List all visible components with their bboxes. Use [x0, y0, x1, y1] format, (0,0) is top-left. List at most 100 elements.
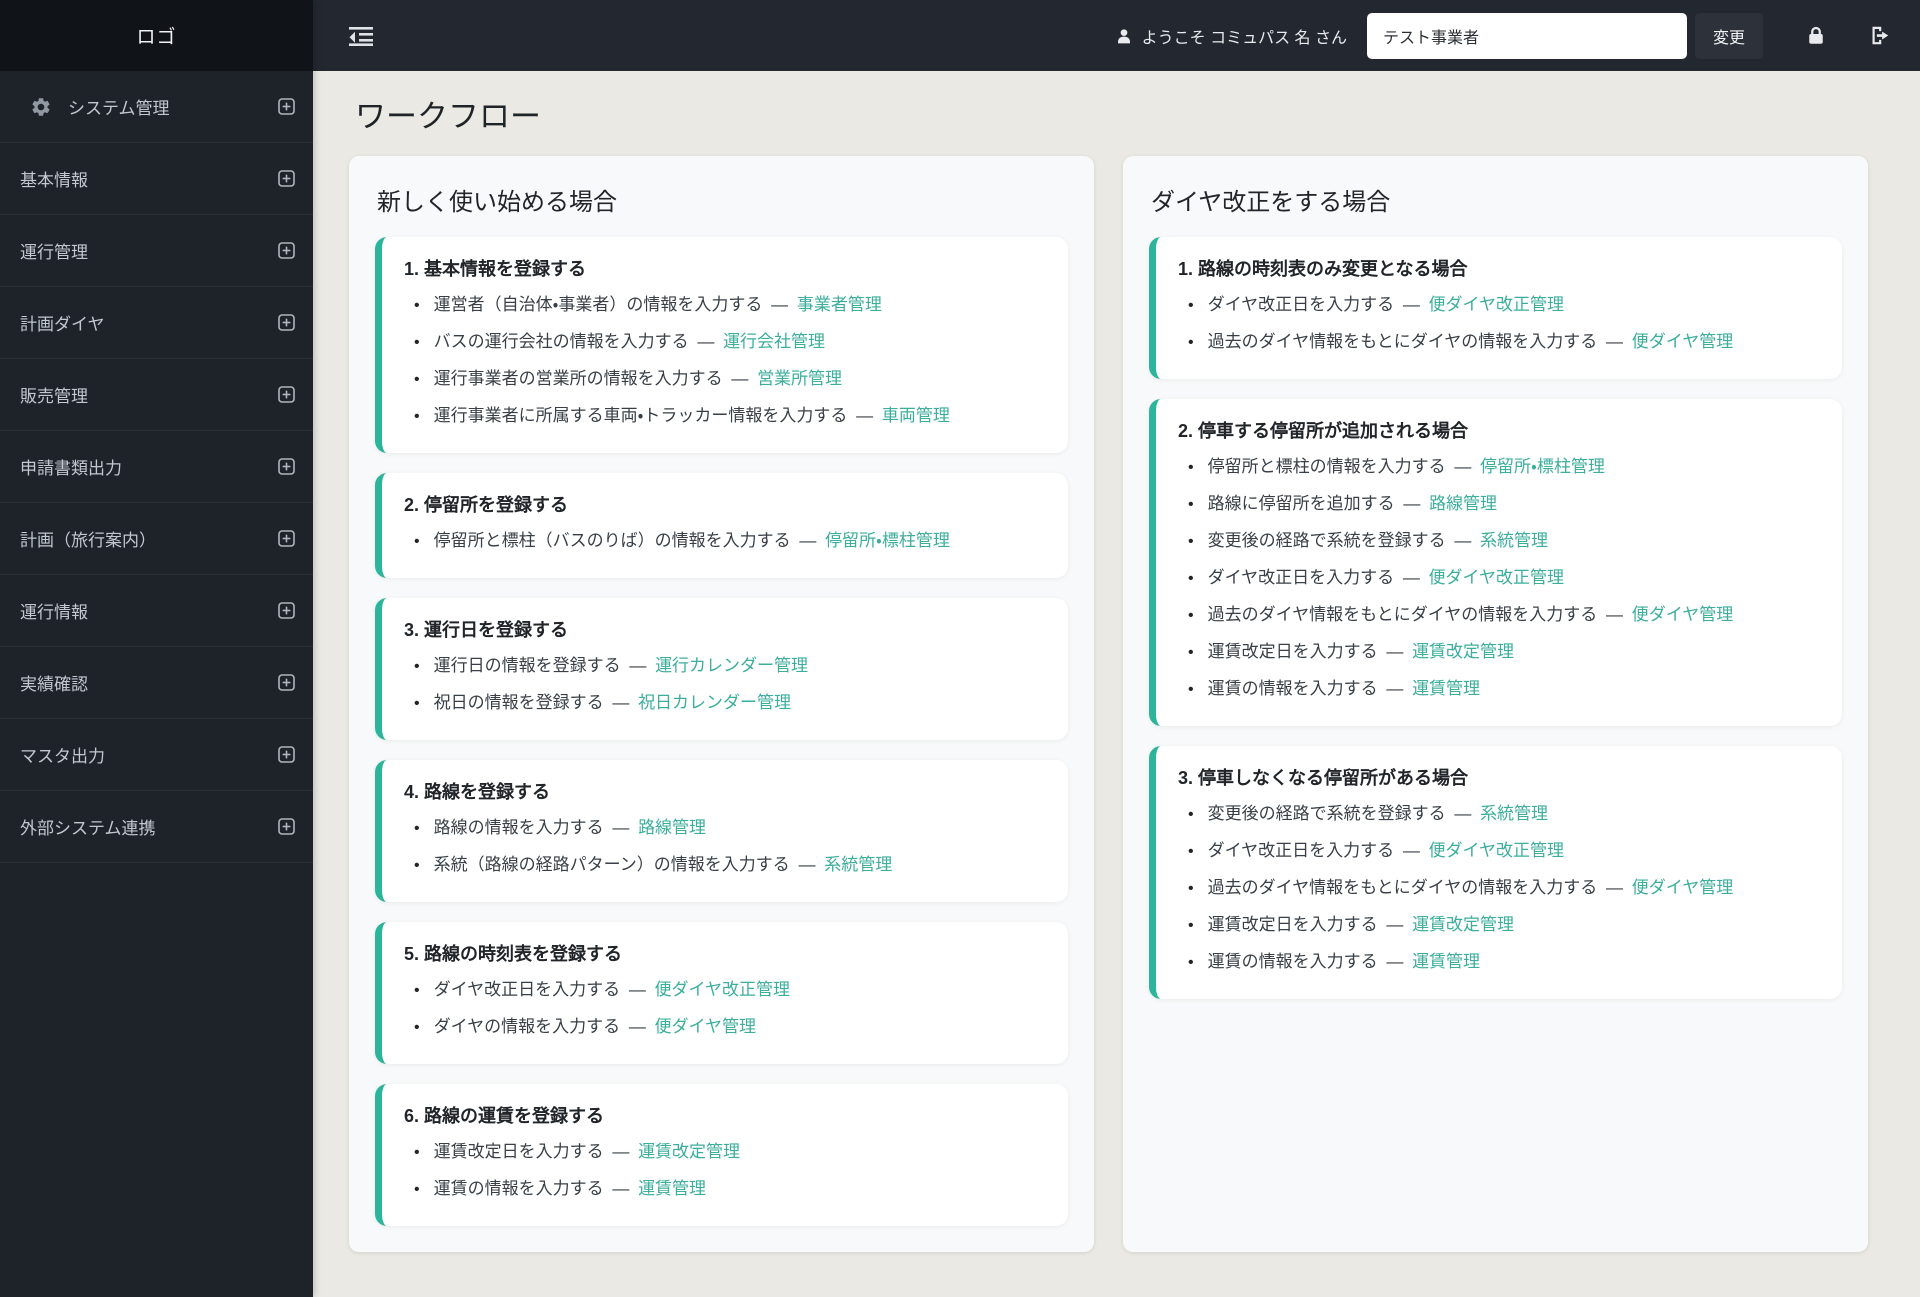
sidebar-item-6[interactable]: 計画（旅行案内） [0, 503, 313, 575]
section-list: • ダイヤ改正日を入力する — 便ダイヤ改正管理 • 過去のダイヤ情報をもとにダイヤの… [1178, 287, 1818, 361]
list-item: • 運賃の情報を入力する — 運賃管理 [1188, 944, 1818, 981]
sidebar-item-0[interactable]: システム管理 [0, 71, 313, 143]
item-text: 運賃の情報を入力する [1207, 679, 1378, 698]
sidebar-item-9[interactable]: マスタ出力 [0, 719, 313, 791]
sidebar-item-10[interactable]: 外部システム連携 [0, 791, 313, 863]
list-item: • 変更後の経路で系統を登録する — 系統管理 [1188, 796, 1818, 833]
change-operator-button[interactable]: 変更 [1694, 12, 1763, 59]
list-item: • 路線に停留所を追加する — 路線管理 [1188, 486, 1818, 523]
item-link[interactable]: 便ダイヤ改正管理 [1429, 841, 1565, 860]
sidebar-item-label: システム管理 [68, 99, 170, 118]
bullet-dot: • [414, 1019, 420, 1036]
item-text: 運営者（自治体・事業者）の情報を入力する [433, 295, 763, 314]
item-link[interactable]: 運賃改定管理 [638, 1142, 740, 1161]
plus-square-icon [278, 242, 295, 259]
sidebar-item-8[interactable]: 実績確認 [0, 647, 313, 719]
item-link[interactable]: 事業者管理 [797, 295, 882, 314]
list-item: • ダイヤ改正日を入力する — 便ダイヤ改正管理 [1188, 287, 1818, 324]
dash-separator: — [793, 855, 821, 874]
list-item: • 運営者（自治体・事業者）の情報を入力する — 事業者管理 [414, 287, 1044, 324]
sidebar-menu: システム管理 基本情報 運行管理 計画ダイヤ 販売管理 申請書類出力 計画（旅行… [0, 71, 313, 863]
list-item: • 変更後の経路で系統を登録する — 系統管理 [1188, 523, 1818, 560]
sidebar-item-2[interactable]: 運行管理 [0, 215, 313, 287]
dash-separator: — [624, 1017, 651, 1036]
bullet-dot: • [1188, 297, 1194, 314]
app-logo[interactable]: ロゴ [0, 0, 313, 71]
bullet-dot: • [414, 820, 420, 837]
outdent-icon [349, 26, 373, 46]
item-text: 運行日の情報を登録する [433, 656, 621, 675]
plus-square-icon [278, 386, 295, 403]
item-link[interactable]: 路線管理 [1429, 494, 1497, 513]
sidebar-item-5[interactable]: 申請書類出力 [0, 431, 313, 503]
item-text: ダイヤ改正日を入力する [1207, 568, 1395, 587]
item-link[interactable]: 運賃管理 [1412, 952, 1480, 971]
section-heading: 5. 路線の時刻表を登録する [404, 944, 623, 964]
item-link[interactable]: 運賃管理 [638, 1179, 706, 1198]
sidebar-item-4[interactable]: 販売管理 [0, 359, 313, 431]
item-link[interactable]: 路線管理 [638, 818, 706, 837]
item-text: 運行事業者の営業所の情報を入力する [433, 369, 723, 388]
item-link[interactable]: 便ダイヤ改正管理 [655, 980, 791, 999]
section-heading: 3. 運行日を登録する [404, 620, 569, 640]
dash-separator: — [692, 332, 720, 351]
bullet-dot: • [1188, 880, 1194, 897]
bullet-dot: • [1188, 917, 1194, 934]
item-text: ダイヤの情報を入力する [433, 1017, 621, 1036]
item-link[interactable]: 運行カレンダー管理 [655, 656, 808, 675]
card-title: 新しく使い始める場合 [377, 189, 617, 216]
item-link[interactable]: 停留所・標柱管理 [1480, 457, 1605, 476]
item-link[interactable]: 便ダイヤ管理 [1632, 605, 1734, 624]
section-heading: 2. 停留所を登録する [404, 495, 569, 515]
dash-separator: — [624, 656, 652, 675]
list-item: • 運行日の情報を登録する — 運行カレンダー管理 [414, 648, 1044, 685]
item-link[interactable]: 祝日カレンダー管理 [638, 693, 791, 712]
item-link[interactable]: 便ダイヤ管理 [1632, 878, 1734, 897]
sidebar-item-7[interactable]: 運行情報 [0, 575, 313, 647]
dash-separator: — [607, 818, 635, 837]
dash-separator: — [1381, 642, 1409, 661]
item-link[interactable]: 車両管理 [882, 406, 950, 425]
bullet-dot: • [1188, 607, 1194, 624]
sidebar-toggle-button[interactable] [349, 26, 373, 46]
list-item: • 系統（路線の経路パターン）の情報を入力する — 系統管理 [414, 847, 1044, 884]
operator-input[interactable] [1366, 12, 1687, 59]
user-icon [1117, 28, 1130, 43]
plus-square-icon [278, 674, 295, 691]
app-logo-text: ロゴ [136, 27, 177, 48]
item-link[interactable]: 運行会社管理 [723, 332, 825, 351]
item-link[interactable]: 系統管理 [1480, 531, 1548, 550]
item-link[interactable]: 運賃改定管理 [1412, 915, 1514, 934]
item-text: 運行事業者に所属する車両・トラッカー情報を入力する [433, 406, 848, 425]
item-link[interactable]: 便ダイヤ管理 [1632, 332, 1734, 351]
sidebar-item-1[interactable]: 基本情報 [0, 143, 313, 215]
item-link[interactable]: 系統管理 [1480, 804, 1548, 823]
lock-button[interactable] [1807, 25, 1825, 46]
dash-separator: — [1398, 841, 1425, 860]
item-link[interactable]: 営業所管理 [757, 369, 842, 388]
list-item: • 運賃の情報を入力する — 運賃管理 [1188, 671, 1818, 708]
item-link[interactable]: 運賃管理 [1412, 679, 1480, 698]
item-text: 変更後の経路で系統を登録する [1207, 804, 1446, 823]
dash-separator: — [1381, 915, 1409, 934]
item-link[interactable]: 便ダイヤ改正管理 [1429, 568, 1565, 587]
item-text: 系統（路線の経路パターン）の情報を入力する [433, 855, 790, 874]
dash-separator: — [1381, 679, 1409, 698]
user-greeting-text: ようこそ コミュパス 名 さん [1141, 29, 1347, 47]
item-text: ダイヤ改正日を入力する [433, 980, 621, 999]
workflow-card: ダイヤ改正をする場合 1. 路線の時刻表のみ変更となる場合 • ダイヤ改正日を入力… [1123, 156, 1868, 1252]
bullet-dot: • [414, 695, 420, 712]
dash-separator: — [1398, 494, 1426, 513]
logout-button[interactable] [1869, 25, 1890, 46]
bullet-dot: • [1188, 644, 1194, 661]
bullet-dot: • [414, 857, 420, 874]
section-heading: 6. 路線の運賃を登録する [404, 1106, 605, 1126]
item-link[interactable]: 便ダイヤ管理 [655, 1017, 757, 1036]
item-link[interactable]: 停留所・標柱管理 [825, 531, 950, 550]
item-link[interactable]: 便ダイヤ改正管理 [1429, 295, 1565, 314]
bullet-dot: • [1188, 681, 1194, 698]
item-link[interactable]: 運賃改定管理 [1412, 642, 1514, 661]
dash-separator: — [1449, 531, 1477, 550]
sidebar-item-3[interactable]: 計画ダイヤ [0, 287, 313, 359]
item-link[interactable]: 系統管理 [824, 855, 892, 874]
